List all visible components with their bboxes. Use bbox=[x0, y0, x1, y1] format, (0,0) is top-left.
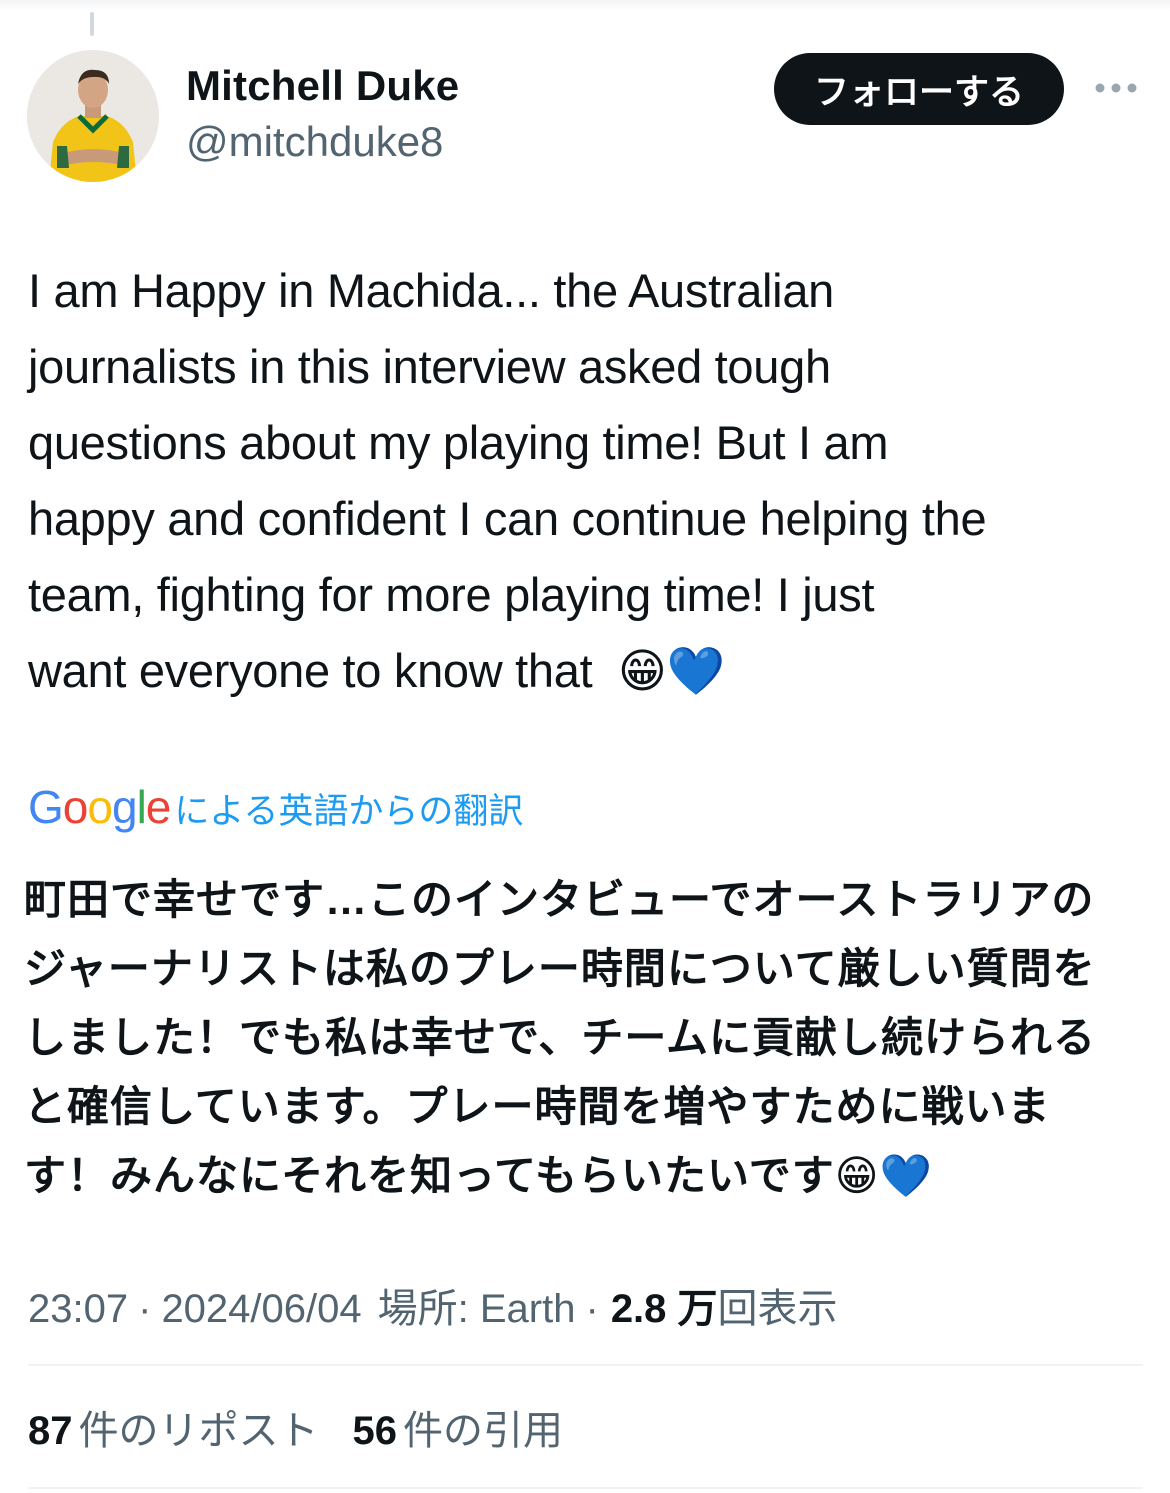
avatar[interactable] bbox=[27, 50, 159, 182]
views-label: 回表示 bbox=[717, 1287, 838, 1331]
tweet-date[interactable]: 2024/06/04 bbox=[161, 1287, 361, 1332]
thread-connector-line bbox=[90, 12, 94, 36]
quotes-stat[interactable]: 56 件の引用 bbox=[353, 1398, 564, 1456]
translated-text: 町田で幸せです…このインタビューでオーストラリアのジャーナリストは私のプレー時間… bbox=[24, 876, 1097, 1199]
tweet-metadata: 23:07 · 2024/06/04 場所: Earth · 2.8 万 回表示 bbox=[28, 1276, 838, 1334]
follow-button[interactable]: フォローする bbox=[774, 53, 1064, 125]
reposts-stat[interactable]: 87 件のリポスト bbox=[28, 1398, 319, 1456]
engagement-stats: 87 件のリポスト 56 件の引用 bbox=[28, 1398, 563, 1456]
reposts-count: 87 bbox=[28, 1409, 73, 1453]
tweet-location: 場所: Earth bbox=[377, 1287, 576, 1331]
meta-separator: · bbox=[585, 1287, 599, 1331]
user-avatar-photo-icon bbox=[27, 50, 159, 182]
views-count: 2.8 万 bbox=[610, 1287, 718, 1331]
translation-label: による英語からの翻訳 bbox=[174, 792, 524, 831]
google-logo: Google bbox=[28, 781, 171, 833]
top-edge-shadow bbox=[0, 0, 1170, 10]
tweet-text: I am Happy in Machida... the Australian … bbox=[28, 264, 987, 697]
more-horizontal-icon bbox=[1095, 83, 1137, 93]
reposts-label: 件のリポスト bbox=[78, 1409, 319, 1453]
author-handle[interactable]: @mitchduke8 bbox=[186, 118, 443, 166]
follow-button-label: フォローする bbox=[813, 72, 1024, 112]
quotes-label: 件の引用 bbox=[403, 1409, 563, 1453]
tweet-time[interactable]: 23:07 bbox=[28, 1287, 128, 1332]
author-display-name[interactable]: Mitchell Duke bbox=[186, 62, 459, 110]
meta-separator: · bbox=[138, 1287, 152, 1331]
divider bbox=[28, 1364, 1143, 1366]
more-options-button[interactable] bbox=[1090, 72, 1142, 104]
translation-attribution[interactable]: Google による英語からの翻訳 bbox=[28, 780, 523, 834]
divider bbox=[28, 1487, 1143, 1489]
quotes-count: 56 bbox=[352, 1409, 398, 1453]
